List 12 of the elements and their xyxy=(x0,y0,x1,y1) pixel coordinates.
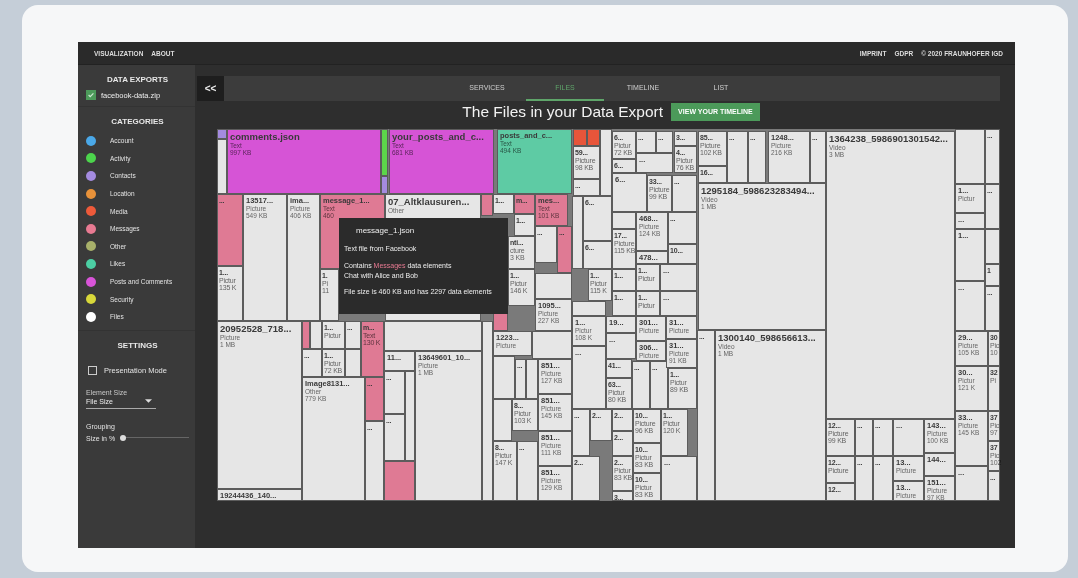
file-name: 1364238_5986901301542... xyxy=(829,133,949,144)
file-name: comments.json xyxy=(230,131,301,142)
file-name: 1295184_598623283494... xyxy=(701,185,816,196)
section-title: SETTINGS xyxy=(116,340,159,350)
file-name: 20952528_718... xyxy=(220,323,293,334)
file-name: 07_Altklausuren... xyxy=(388,196,471,207)
section-title: CATEGORIES xyxy=(110,117,165,126)
page-heading: The Files in your Data Export xyxy=(462,102,664,121)
file-name: 1300140_598656613... xyxy=(718,332,817,343)
section-title: DATA EXPORTS xyxy=(105,75,170,84)
tooltip-title: message_1.json xyxy=(356,226,416,235)
file-name: your_posts_and_c... xyxy=(392,131,485,142)
